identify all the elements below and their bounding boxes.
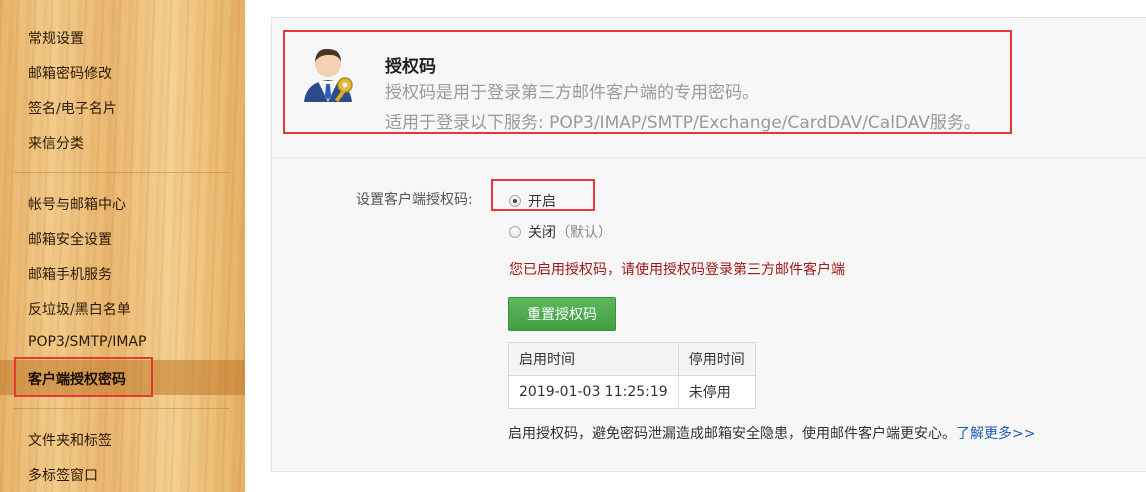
- disable-time-cell: 未停用: [677, 375, 756, 409]
- panel-header: 授权码 授权码是用于登录第三方邮件客户端的专用密码。 适用于登录以下服务: PO…: [272, 18, 1146, 158]
- sidebar-item-signature[interactable]: 签名/电子名片: [28, 98, 117, 118]
- radio-button-checked[interactable]: [509, 195, 521, 207]
- sidebar-item-pop3[interactable]: POP3/SMTP/IMAP: [28, 334, 146, 350]
- auth-code-services: 适用于登录以下服务: POP3/IMAP/SMTP/Exchange/CardD…: [385, 113, 981, 133]
- auth-setting-label: 设置客户端授权码:: [356, 192, 473, 208]
- auth-enabled-notice: 您已启用授权码，请使用授权码登录第三方邮件客户端: [509, 262, 845, 278]
- radio-enable[interactable]: 开启: [509, 191, 556, 211]
- settings-sidebar: 常规设置 邮箱密码修改 签名/电子名片 来信分类 帐号与邮箱中心 邮箱安全设置 …: [0, 0, 245, 492]
- auth-code-history-table: 启用时间 停用时间 2019-01-03 11:25:19 未停用: [508, 342, 756, 409]
- sidebar-item-password[interactable]: 邮箱密码修改: [28, 63, 112, 83]
- table-row: 2019-01-03 11:25:19 未停用: [508, 375, 756, 409]
- sidebar-item-client-auth[interactable]: 客户端授权密码: [28, 369, 126, 389]
- enable-time-cell: 2019-01-03 11:25:19: [508, 375, 679, 409]
- page-title: 授权码: [385, 57, 436, 77]
- sidebar-item-general[interactable]: 常规设置: [28, 28, 84, 48]
- reset-auth-code-button[interactable]: 重置授权码: [508, 297, 616, 331]
- table-header-row: 启用时间 停用时间: [508, 342, 756, 376]
- user-with-key-icon: [298, 40, 358, 104]
- sidebar-item-spam[interactable]: 反垃圾/黑白名单: [28, 299, 131, 319]
- security-tip-text: 启用授权码，避免密码泄漏造成邮箱安全隐患，使用邮件客户端更安心。: [508, 426, 956, 442]
- radio-disable[interactable]: 关闭 （默认）: [509, 222, 612, 242]
- sidebar-item-folders[interactable]: 文件夹和标签: [28, 430, 112, 450]
- column-disable-time: 停用时间: [677, 342, 756, 376]
- sidebar-item-account-center[interactable]: 帐号与邮箱中心: [28, 194, 126, 214]
- sidebar-item-security[interactable]: 邮箱安全设置: [28, 229, 112, 249]
- radio-button-unchecked[interactable]: [509, 226, 521, 238]
- sidebar-item-mobile[interactable]: 邮箱手机服务: [28, 264, 112, 284]
- auth-code-panel: 授权码 授权码是用于登录第三方邮件客户端的专用密码。 适用于登录以下服务: PO…: [271, 17, 1146, 472]
- security-tip: 启用授权码，避免密码泄漏造成邮箱安全隐患，使用邮件客户端更安心。了解更多>>: [508, 423, 1035, 443]
- sidebar-divider: [14, 172, 230, 173]
- radio-enable-label: 开启: [528, 194, 556, 210]
- column-enable-time: 启用时间: [508, 342, 679, 376]
- learn-more-link[interactable]: 了解更多>>: [956, 426, 1035, 442]
- radio-disable-default-hint: （默认）: [556, 225, 612, 241]
- sidebar-item-mail-filter[interactable]: 来信分类: [28, 133, 84, 153]
- sidebar-divider: [14, 408, 230, 409]
- radio-disable-label: 关闭: [528, 225, 556, 241]
- auth-code-description: 授权码是用于登录第三方邮件客户端的专用密码。: [385, 83, 759, 103]
- sidebar-item-multitab[interactable]: 多标签窗口: [28, 465, 98, 485]
